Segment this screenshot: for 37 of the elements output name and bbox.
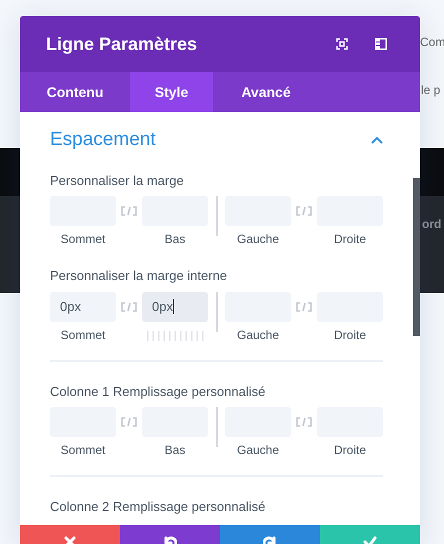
save-button[interactable] [320, 525, 420, 544]
field-label: Droite [334, 326, 366, 344]
link-icon[interactable] [120, 300, 138, 312]
tab[interactable]: Style [130, 72, 213, 112]
field-label: Droite [334, 442, 366, 459]
field-label: Sommet [60, 326, 106, 344]
link-icon[interactable] [295, 300, 313, 312]
fullscreen-icon[interactable] [336, 38, 348, 50]
group-label: Colonne 2 Remplissage personnalisé [50, 498, 266, 516]
page-text: le p [421, 82, 440, 99]
field-label: Gauche [236, 326, 280, 344]
ruler-drawing [145, 330, 205, 340]
field-label: Gauche [236, 231, 280, 248]
scrollbar[interactable] [413, 178, 420, 336]
section-title[interactable]: Espacement [50, 126, 156, 154]
group-label: Personnaliser la marge interne [50, 267, 228, 285]
link-icon[interactable] [295, 416, 313, 428]
field-label: Droite [334, 231, 366, 248]
redo-button[interactable] [220, 525, 320, 544]
field-label: Bas [164, 231, 186, 248]
sidebar-layout-icon[interactable] [375, 38, 387, 50]
field-label: Sommet [60, 231, 106, 248]
field-label: Gauche [236, 442, 280, 459]
field-label: Sommet [60, 442, 106, 459]
field-label: Bas [164, 442, 186, 459]
undo-button[interactable] [120, 525, 220, 544]
link-icon[interactable] [295, 205, 313, 217]
link-icon[interactable] [120, 205, 138, 217]
group-label: Personnaliser la marge [50, 172, 185, 190]
page-text: ord [422, 216, 442, 233]
group-label: Colonne 1 Remplissage personnalisé [50, 382, 266, 401]
chevron-icon[interactable] [371, 136, 383, 144]
window-title: Ligne Paramètres [46, 32, 198, 56]
input-field[interactable]: 0px [50, 292, 116, 322]
input-field[interactable]: 0px [142, 292, 208, 322]
link-icon[interactable] [120, 416, 138, 428]
cancel-button[interactable] [20, 525, 120, 544]
